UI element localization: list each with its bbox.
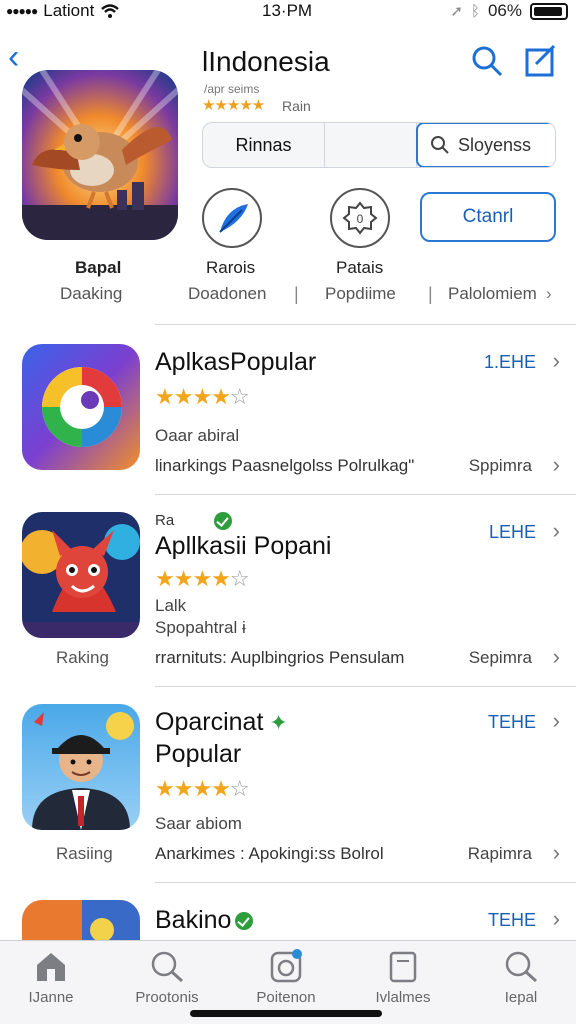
app-title: Oparcinat ✦ bbox=[155, 708, 288, 736]
star-icon: ✦ bbox=[269, 710, 288, 735]
app-description-2: Spopahtral ɨ bbox=[155, 618, 246, 637]
share-button[interactable] bbox=[202, 188, 262, 248]
divider bbox=[155, 494, 576, 495]
rank-label: Rasiing bbox=[56, 844, 113, 863]
rating-stars: ★★★★☆ bbox=[155, 566, 250, 591]
home-icon bbox=[37, 953, 65, 981]
battery-icon bbox=[530, 2, 568, 20]
search-icon bbox=[151, 951, 184, 983]
segment-first[interactable]: Rinnas bbox=[203, 123, 325, 167]
tab-search[interactable]: Prootonis bbox=[112, 949, 222, 1006]
location-icon: ➚ bbox=[450, 3, 463, 20]
status-time: 13·PM bbox=[262, 1, 313, 20]
app-description: Saar abiom bbox=[155, 814, 242, 833]
gift-button[interactable]: 0 bbox=[330, 188, 390, 248]
divider: | bbox=[294, 284, 299, 304]
verified-icon bbox=[235, 912, 254, 931]
app-title: AplkasPopular bbox=[155, 348, 317, 376]
hero-subtitle: /apr seims bbox=[204, 82, 260, 96]
list-item[interactable]: Bakino TEHE › bbox=[0, 900, 576, 940]
app-tag: Ra bbox=[155, 512, 233, 531]
app-meta: rrarnituts: Auplbingrios Pensulam bbox=[155, 648, 405, 667]
app-icon bbox=[22, 512, 140, 638]
search-icon bbox=[472, 46, 503, 77]
list-item[interactable]: AplkasPopular ★★★★☆ Oaar abiral linarkin… bbox=[0, 344, 576, 534]
segment-middle[interactable] bbox=[325, 123, 417, 167]
search-icon bbox=[505, 951, 538, 983]
tab-search-2[interactable]: Iepal bbox=[466, 949, 576, 1006]
divider: | bbox=[428, 284, 433, 304]
home-indicator bbox=[190, 1010, 382, 1017]
app-meta: Anarkimes : Apokingi:ss Bolrol bbox=[155, 844, 384, 863]
page-title: lIndonesia bbox=[202, 46, 330, 77]
get-button[interactable]: 1.EHE bbox=[484, 352, 536, 373]
hero-label: Bapal bbox=[75, 258, 122, 277]
row-sub-right: Rapimra bbox=[467, 844, 532, 863]
chevron-right-icon[interactable]: › bbox=[553, 840, 560, 866]
app-title-2: Popular bbox=[155, 740, 242, 768]
hero-row2-label: Daaking bbox=[60, 284, 123, 303]
battery-percent: 06% bbox=[487, 1, 522, 20]
segmented-control: Rinnas Sloyenss bbox=[202, 122, 556, 168]
feather-icon bbox=[219, 204, 248, 233]
rating-stars: ★★★★☆ bbox=[155, 776, 250, 801]
chevron-right-icon[interactable]: › bbox=[553, 644, 560, 670]
tab-apps[interactable]: Poitenon bbox=[231, 949, 341, 1006]
chevron-right-icon[interactable]: › bbox=[553, 518, 560, 544]
badge-icon: 0 bbox=[342, 201, 378, 235]
hero-rating-label: Rain bbox=[282, 98, 311, 114]
tablet-icon bbox=[389, 951, 417, 983]
divider bbox=[155, 882, 576, 883]
wifi-icon bbox=[101, 4, 120, 18]
chevron-right-icon[interactable]: › bbox=[546, 284, 552, 304]
action1-label: Rarois bbox=[206, 258, 256, 277]
list-item[interactable]: Ra Apllkasii Popani ★★★★☆ Lalk Spopahtra… bbox=[0, 512, 576, 702]
edit-icon bbox=[525, 44, 556, 77]
chevron-right-icon[interactable]: › bbox=[553, 348, 560, 374]
signal-icon: ●●●●● bbox=[6, 4, 38, 18]
open-button[interactable]: Ctanrl bbox=[420, 192, 556, 242]
tab-home[interactable]: IJanne bbox=[0, 949, 106, 1006]
tab-updates[interactable]: Ivlalmes bbox=[348, 949, 458, 1006]
hero-app-icon[interactable] bbox=[22, 70, 178, 240]
action2-label: Patais bbox=[336, 258, 384, 277]
rating-stars: ★★★★☆ bbox=[155, 384, 250, 409]
search-icon bbox=[431, 136, 449, 154]
app-icon bbox=[22, 344, 140, 470]
get-button[interactable]: TEHE bbox=[488, 910, 536, 931]
search-field[interactable]: Sloyenss bbox=[416, 123, 555, 167]
app-description: Lalk bbox=[155, 596, 187, 615]
search-placeholder: Sloyenss bbox=[458, 134, 532, 155]
divider bbox=[155, 324, 576, 325]
list-item[interactable]: Oparcinat ✦ Popular ★★★★☆ Saar abiom Anar… bbox=[0, 704, 576, 894]
row-sub-right: Sppimra bbox=[468, 456, 532, 475]
app-description: Oaar abiral bbox=[155, 426, 240, 445]
action2-sub: Popdiime bbox=[325, 284, 396, 303]
divider bbox=[155, 686, 576, 687]
carrier-name: Lationt bbox=[43, 1, 95, 20]
rank-label: Raking bbox=[56, 648, 109, 667]
apps-icon bbox=[270, 949, 302, 983]
app-meta: linarkings Paasnelgolss Polrulkag" bbox=[155, 456, 415, 475]
app-icon bbox=[22, 704, 140, 830]
action1-sub: Doadonen bbox=[188, 284, 267, 303]
chevron-right-icon[interactable]: › bbox=[553, 452, 560, 478]
svg-text:0: 0 bbox=[357, 212, 364, 226]
verified-icon bbox=[214, 512, 233, 531]
status-bar: ●●●●● Lationt 13·PM ➚ ᛒ 06% bbox=[0, 0, 576, 24]
bluetooth-icon: ᛒ bbox=[470, 2, 480, 20]
app-title: Apllkasii Popani bbox=[155, 532, 332, 560]
hero-rating-stars: ★★★★★ bbox=[202, 97, 265, 114]
edit-button[interactable] bbox=[524, 44, 558, 78]
action3-sub: Palolomiem bbox=[448, 284, 537, 303]
get-button[interactable]: LEHE bbox=[489, 522, 536, 543]
app-title: Bakino bbox=[155, 906, 254, 935]
chevron-right-icon[interactable]: › bbox=[553, 708, 560, 734]
back-button[interactable]: ‹ bbox=[8, 40, 19, 74]
row-sub-right: Sepimra bbox=[468, 648, 532, 667]
search-button[interactable] bbox=[470, 44, 504, 78]
get-button[interactable]: TEHE bbox=[488, 712, 536, 733]
chevron-right-icon[interactable]: › bbox=[553, 906, 560, 932]
app-icon bbox=[22, 900, 140, 940]
